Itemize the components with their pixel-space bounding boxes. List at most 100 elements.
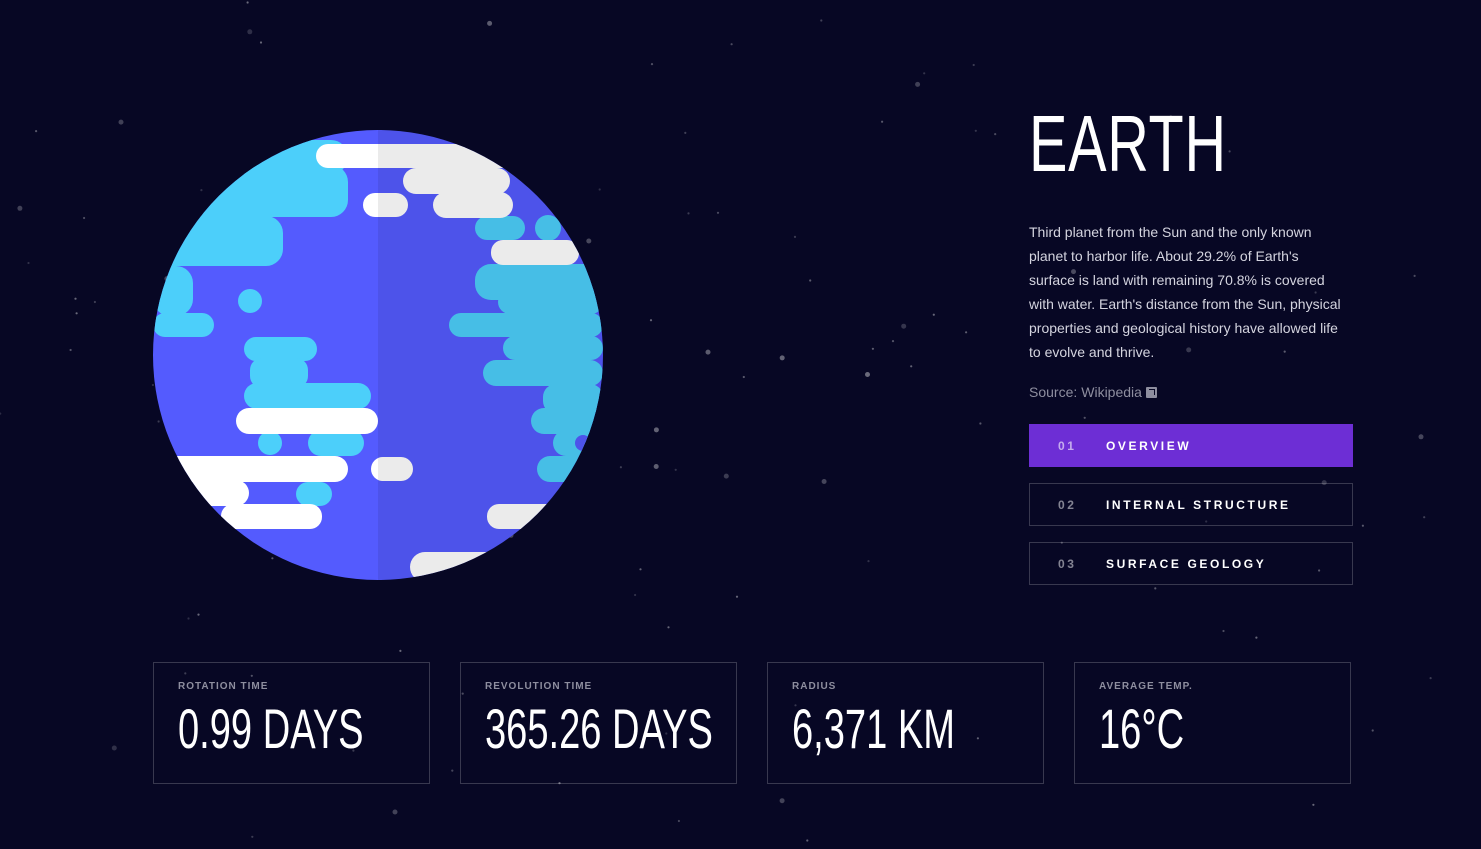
star-dot (994, 133, 997, 136)
star-dot (639, 568, 642, 571)
star-dot (793, 235, 797, 238)
star-dot (653, 464, 659, 469)
external-link-icon[interactable] (1145, 386, 1157, 398)
star-dot (1429, 677, 1432, 680)
stat-value: 365.26 DAYS (485, 697, 713, 760)
star-dot (634, 593, 637, 597)
star-dot (809, 279, 812, 282)
star-dot (674, 468, 677, 471)
star-dot (1413, 274, 1416, 277)
stat-card-rotation: ROTATION TIME 0.99 DAYS (153, 662, 430, 784)
star-dot (0, 412, 2, 415)
star-dot (1154, 587, 1157, 590)
tab-label: OVERVIEW (1106, 438, 1192, 453)
stat-label: ROTATION TIME (178, 681, 269, 692)
star-dot (923, 72, 926, 75)
tab-label: SURFACE GEOLOGY (1106, 556, 1267, 571)
star-dot (1361, 524, 1364, 527)
star-dot (1255, 636, 1258, 639)
star-dot (649, 319, 653, 322)
star-dot (246, 1, 249, 4)
tab-surface-geology[interactable]: 03 SURFACE GEOLOGY (1029, 542, 1353, 585)
star-dot (1423, 516, 1426, 519)
star-dot (399, 649, 402, 653)
stat-value: 16°C (1099, 697, 1185, 760)
planet-description: Third planet from the Sun and the only k… (1029, 224, 1341, 360)
view-tabs: 01 OVERVIEW 02 INTERNAL STRUCTURE 03 SUR… (1029, 424, 1353, 585)
tab-number: 01 (1058, 438, 1077, 453)
planet-title: EARTH (1029, 99, 1227, 188)
star-dot (965, 331, 968, 334)
star-dot (653, 427, 659, 433)
stat-card-revolution: REVOLUTION TIME 365.26 DAYS (460, 662, 737, 784)
stat-label: AVERAGE TEMP. (1099, 681, 1193, 692)
star-dot (820, 19, 823, 22)
planet-image (153, 130, 603, 580)
tab-internal-structure[interactable]: 02 INTERNAL STRUCTURE (1029, 483, 1353, 526)
star-dot (865, 372, 870, 377)
star-dot (735, 595, 739, 598)
star-dot (779, 798, 785, 804)
source-link[interactable]: Wikipedia (1081, 384, 1142, 400)
star-dot (251, 835, 254, 838)
tab-number: 03 (1058, 556, 1077, 571)
stat-label: RADIUS (792, 681, 837, 692)
star-dot (684, 131, 687, 134)
tab-overview[interactable]: 01 OVERVIEW (1029, 424, 1353, 467)
star-dot (705, 349, 711, 355)
star-dot (910, 365, 913, 368)
planet-info: EARTH Third planet from the Sun and the … (1029, 100, 1353, 585)
star-dot (187, 617, 190, 620)
star-dot (1222, 629, 1225, 633)
stat-label: REVOLUTION TIME (485, 681, 593, 692)
star-dot (687, 212, 690, 215)
planet-stats: ROTATION TIME 0.99 DAYS REVOLUTION TIME … (153, 662, 1351, 784)
source-line: Source: Wikipedia (1029, 384, 1353, 400)
star-dot (974, 129, 977, 132)
star-dot (891, 340, 895, 343)
tab-label: INTERNAL STRUCTURE (1106, 497, 1291, 512)
star-dot (730, 43, 733, 46)
star-dot (779, 355, 785, 361)
star-dot (111, 745, 117, 751)
stat-card-temperature: AVERAGE TEMP. 16°C (1074, 662, 1351, 784)
source-prefix: Source: (1029, 384, 1078, 400)
star-dot (1371, 729, 1374, 732)
star-dot (35, 130, 38, 133)
stat-value: 0.99 DAYS (178, 697, 364, 760)
star-dot (871, 347, 875, 350)
star-dot (1418, 434, 1424, 440)
star-dot (677, 819, 681, 823)
earth-illustration (153, 130, 603, 580)
stat-card-radius: RADIUS 6,371 KM (767, 662, 1044, 784)
star-dot (93, 300, 96, 304)
star-dot (867, 560, 870, 563)
star-dot (27, 261, 30, 265)
star-dot (17, 205, 23, 211)
star-dot (74, 297, 77, 300)
star-dot (667, 626, 670, 629)
star-dot (972, 63, 975, 67)
star-dot (75, 312, 78, 315)
star-dot (806, 839, 809, 842)
star-dot (392, 809, 398, 815)
star-dot (716, 211, 720, 214)
star-dot (915, 81, 921, 87)
star-dot (932, 313, 935, 316)
star-dot (259, 41, 263, 44)
star-dot (821, 479, 827, 484)
star-dot (69, 348, 72, 352)
star-dot (197, 613, 200, 616)
star-dot (979, 422, 982, 425)
stat-value: 6,371 KM (792, 697, 955, 760)
star-dot (650, 63, 654, 66)
star-dot (1312, 803, 1315, 806)
star-dot (619, 466, 623, 469)
star-dot (881, 120, 884, 123)
star-dot (247, 29, 253, 35)
star-dot (83, 216, 86, 220)
star-dot (723, 473, 729, 479)
star-dot (487, 20, 493, 26)
tab-number: 02 (1058, 497, 1077, 512)
star-dot (118, 119, 124, 125)
